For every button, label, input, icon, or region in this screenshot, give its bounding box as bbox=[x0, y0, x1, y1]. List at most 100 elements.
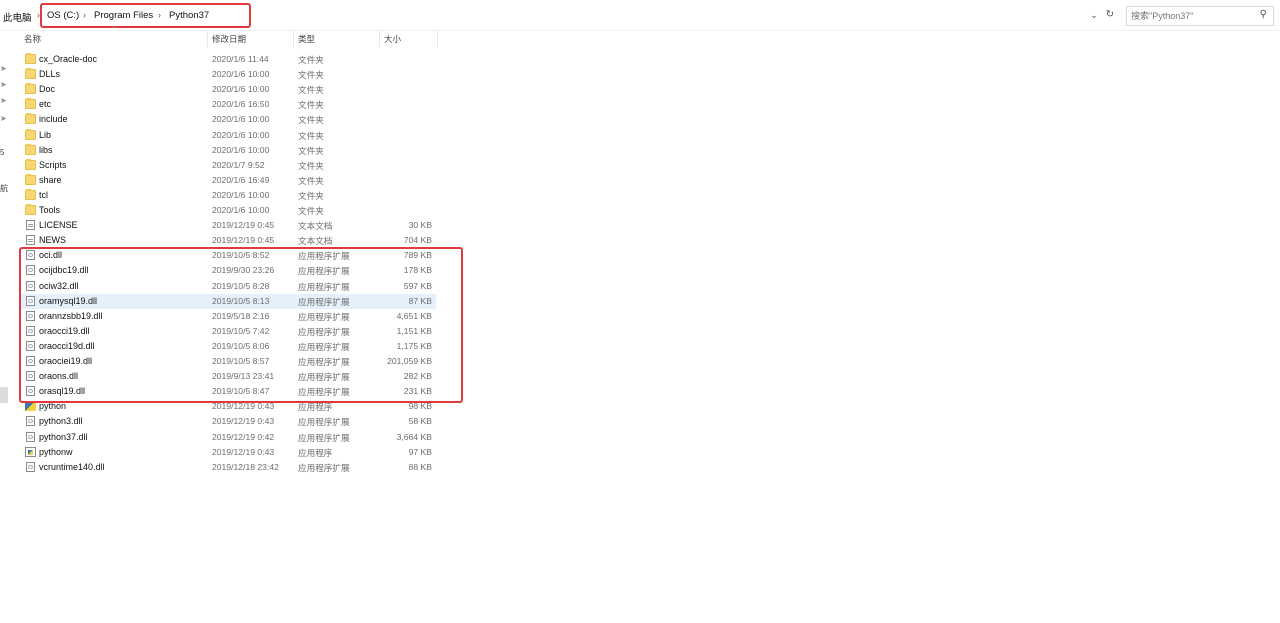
file-type: 文件夹 bbox=[298, 85, 324, 96]
file-row[interactable]: NEWS 2019/12/19 0:45 文本文档 704 KB bbox=[21, 233, 436, 248]
file-type: 文本文档 bbox=[298, 236, 333, 247]
column-header-date[interactable]: 修改日期 bbox=[212, 33, 246, 47]
file-type: 文件夹 bbox=[298, 190, 324, 201]
file-type: 文件夹 bbox=[298, 70, 324, 81]
file-row[interactable]: cx_Oracle-doc 2020/1/6 11:44 文件夹 bbox=[21, 52, 436, 67]
column-header-size[interactable]: 大小 bbox=[384, 33, 401, 47]
folder-icon bbox=[25, 158, 36, 170]
file-name: Scripts bbox=[39, 159, 67, 170]
file-row[interactable]: pythonw 2019/12/19 0:43 应用程序 97 KB bbox=[21, 445, 436, 460]
file-size: 58 KB bbox=[408, 416, 432, 427]
file-date: 2020/1/6 16:49 bbox=[212, 174, 270, 185]
dll-icon bbox=[26, 416, 35, 427]
column-divider[interactable] bbox=[207, 31, 208, 47]
file-date: 2020/1/7 9:52 bbox=[212, 159, 265, 170]
dll-icon bbox=[26, 461, 35, 472]
file-row[interactable]: share 2020/1/6 16:49 文件夹 bbox=[21, 173, 436, 188]
file-name: pythonw bbox=[39, 446, 73, 457]
file-row[interactable]: Scripts 2020/1/7 9:52 文件夹 bbox=[21, 158, 436, 173]
file-type: 应用程序扩展 bbox=[298, 462, 350, 473]
search-input[interactable] bbox=[1131, 9, 1251, 22]
file-date: 2020/1/6 10:00 bbox=[212, 189, 270, 200]
file-date: 2020/1/6 10:00 bbox=[212, 69, 270, 80]
address-history-button[interactable]: ⌄ bbox=[1088, 8, 1100, 22]
column-header-type[interactable]: 类型 bbox=[298, 33, 315, 47]
file-type: 应用程序扩展 bbox=[298, 417, 350, 428]
file-name: tcl bbox=[39, 189, 48, 200]
column-divider[interactable] bbox=[379, 31, 380, 47]
search-icon[interactable]: ⚲ bbox=[1260, 9, 1267, 20]
file-name: DLLs bbox=[39, 69, 61, 80]
file-name: python3.dll bbox=[39, 416, 83, 427]
folder-icon bbox=[25, 53, 36, 64]
search-box[interactable]: ⚲ bbox=[1126, 6, 1274, 26]
file-date: 2020/1/6 16:50 bbox=[212, 99, 270, 110]
sort-ascending-icon: ⌃ bbox=[110, 25, 117, 34]
folder-icon bbox=[25, 113, 36, 125]
file-type: 应用程序扩展 bbox=[298, 432, 350, 443]
folder-icon bbox=[25, 188, 36, 200]
file-type: 文件夹 bbox=[298, 160, 324, 171]
file-name: etc bbox=[39, 99, 52, 110]
file-date: 2019/12/19 0:43 bbox=[212, 416, 275, 427]
file-date: 2020/1/6 10:00 bbox=[212, 129, 270, 140]
file-name: Doc bbox=[39, 84, 56, 95]
file-row[interactable]: Tools 2020/1/6 10:00 文件夹 bbox=[21, 203, 436, 218]
file-date: 2019/12/19 0:45 bbox=[212, 235, 275, 246]
folder-icon bbox=[25, 173, 36, 185]
file-type: 应用程序 bbox=[298, 447, 333, 458]
file-type: 文本文档 bbox=[298, 221, 333, 232]
file-type: 文件夹 bbox=[298, 55, 324, 65]
folder-icon bbox=[25, 143, 36, 155]
file-row[interactable]: tcl 2020/1/6 10:00 文件夹 bbox=[21, 188, 436, 203]
column-header-name[interactable]: 名称 bbox=[24, 33, 41, 47]
document-icon bbox=[26, 235, 35, 246]
file-size: 3,664 KB bbox=[396, 431, 432, 442]
file-row[interactable]: vcruntime140.dll 2019/12/18 23:42 应用程序扩展 88… bbox=[21, 460, 436, 475]
file-date: 2020/1/6 10:00 bbox=[212, 144, 270, 155]
file-row[interactable]: Lib 2020/1/6 10:00 文件夹 bbox=[21, 128, 436, 143]
document-icon bbox=[26, 220, 35, 231]
file-name: include bbox=[39, 114, 68, 125]
file-row[interactable]: Doc 2020/1/6 10:00 文件夹 bbox=[21, 82, 436, 97]
pin-icon[interactable]: ➤ bbox=[0, 64, 7, 73]
pin-icon[interactable]: ➤ bbox=[0, 96, 7, 105]
column-divider[interactable] bbox=[293, 31, 294, 47]
file-row[interactable]: python3.dll 2019/12/19 0:43 应用程序扩展 58 KB bbox=[21, 414, 436, 429]
file-date: 2020/1/6 10:00 bbox=[212, 114, 270, 125]
dll-highlight-box bbox=[19, 247, 463, 403]
file-name: vcruntime140.dll bbox=[39, 461, 105, 472]
file-name: python37.dll bbox=[39, 431, 88, 442]
file-date: 2020/1/6 11:44 bbox=[212, 54, 269, 64]
nav-selected-item[interactable] bbox=[0, 387, 8, 403]
file-row[interactable]: python37.dll 2019/12/19 0:42 应用程序扩展 3,664 K… bbox=[21, 430, 436, 445]
file-date: 2019/12/18 23:42 bbox=[212, 461, 279, 472]
refresh-icon[interactable]: ↻ bbox=[1103, 8, 1117, 22]
file-date: 2020/1/6 10:00 bbox=[212, 205, 270, 215]
file-row[interactable]: etc 2020/1/6 16:50 文件夹 bbox=[21, 97, 436, 112]
folder-icon bbox=[25, 98, 36, 110]
file-size: 88 KB bbox=[408, 461, 432, 472]
pythonw-app-icon bbox=[25, 446, 36, 457]
file-row[interactable]: libs 2020/1/6 10:00 文件夹 bbox=[21, 143, 436, 158]
column-divider[interactable] bbox=[437, 31, 438, 47]
breadcrumb-root[interactable]: 此电脑 bbox=[3, 10, 32, 24]
file-name: Tools bbox=[39, 205, 61, 215]
file-row[interactable]: DLLs 2020/1/6 10:00 文件夹 bbox=[21, 67, 436, 82]
nav-item-fragment[interactable]: 航 bbox=[0, 183, 8, 194]
folder-icon bbox=[25, 68, 36, 80]
file-row[interactable]: LICENSE 2019/12/19 0:45 文本文档 30 KB bbox=[21, 218, 436, 233]
file-type: 文件夹 bbox=[298, 175, 324, 186]
file-type: 文件夹 bbox=[298, 115, 324, 126]
pin-icon[interactable]: ➤ bbox=[0, 80, 7, 89]
folder-icon bbox=[25, 128, 36, 140]
file-type: 应用程序 bbox=[298, 402, 333, 413]
pin-icon[interactable]: ➤ bbox=[0, 114, 7, 123]
folder-icon bbox=[25, 83, 36, 95]
file-name: libs bbox=[39, 144, 53, 155]
file-row[interactable]: include 2020/1/6 10:00 文件夹 bbox=[21, 112, 436, 127]
file-size: 704 KB bbox=[403, 235, 432, 246]
file-name: LICENSE bbox=[39, 220, 78, 231]
file-date: 2019/12/19 0:45 bbox=[212, 220, 275, 231]
nav-item-fragment[interactable]: 5 bbox=[0, 148, 4, 157]
